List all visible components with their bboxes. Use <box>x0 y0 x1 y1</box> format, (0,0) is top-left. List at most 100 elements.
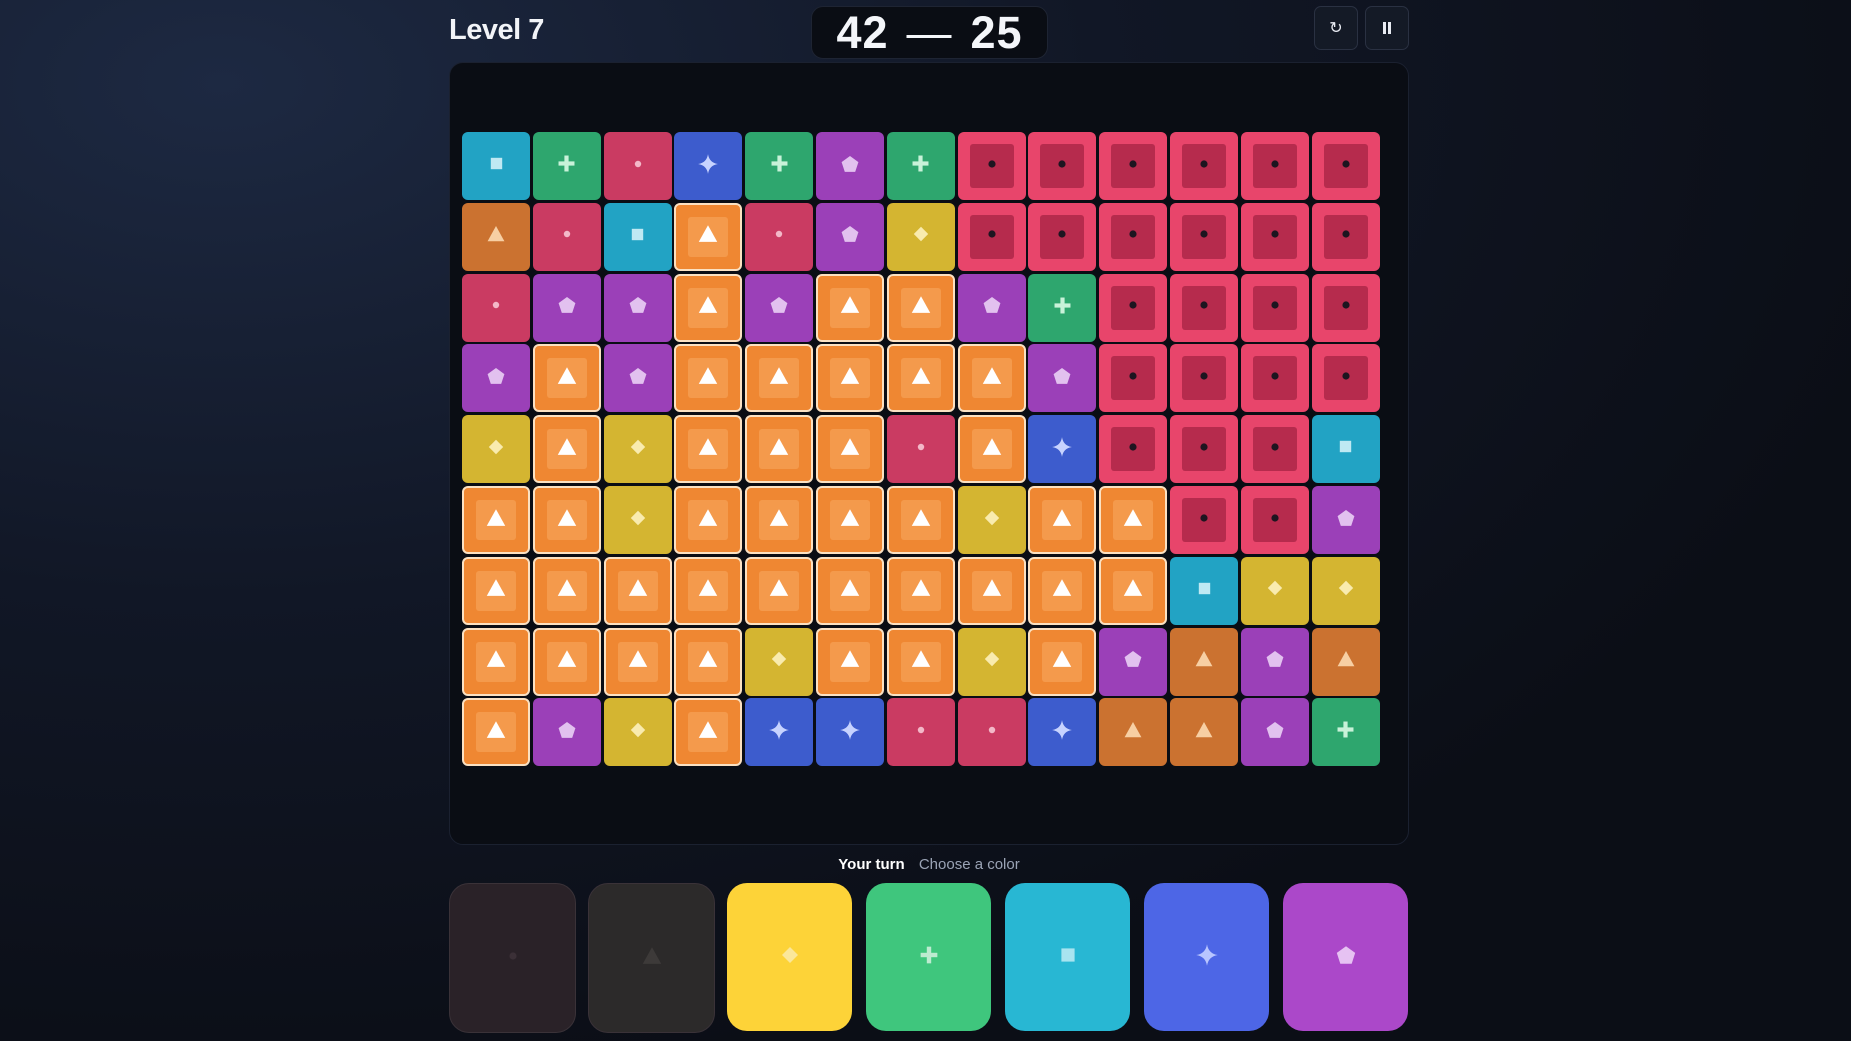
dot-icon <box>1266 509 1284 532</box>
territory-inner <box>1323 285 1368 330</box>
square-icon <box>487 154 506 178</box>
board-tile-opponent-territory-red-dot <box>1311 202 1380 271</box>
plus-icon <box>769 153 790 179</box>
color-choice-cyan-square[interactable] <box>1005 883 1130 1031</box>
territory-inner <box>1111 214 1156 259</box>
board-tile-purple-pentagon <box>816 202 884 271</box>
board-tile-opponent-territory-red-dot <box>957 202 1026 271</box>
dot-icon <box>771 226 787 247</box>
triangle-icon <box>839 507 861 534</box>
star-icon <box>768 719 790 746</box>
board-tile-green-plus <box>745 132 814 200</box>
flood-inner <box>830 429 870 470</box>
board-tile-player-flood-orange-triangle <box>816 486 884 554</box>
territory-inner <box>1252 214 1297 259</box>
diamond-icon <box>983 650 1001 673</box>
board-tile-opponent-territory-red-dot <box>1170 344 1238 413</box>
color-choice-blue-star[interactable] <box>1144 883 1269 1031</box>
board-tile-crimson-dot <box>745 202 814 271</box>
dot-icon <box>1266 438 1284 461</box>
board-tile-opponent-territory-red-dot <box>1311 273 1380 342</box>
flood-inner <box>830 500 870 540</box>
board-tile-purple-pentagon <box>745 273 814 342</box>
triangle-icon <box>1123 720 1143 745</box>
pause-button[interactable] <box>1365 6 1409 50</box>
territory-inner <box>1323 356 1368 401</box>
triangle-icon <box>1336 649 1356 674</box>
color-choice-green-plus[interactable] <box>866 883 991 1031</box>
plus-icon <box>556 153 577 179</box>
board-tile-player-flood-orange-triangle <box>603 627 672 696</box>
square-icon <box>1057 944 1079 971</box>
flood-inner <box>759 429 800 470</box>
flood-inner <box>476 641 516 682</box>
pentagon-icon <box>1052 366 1072 391</box>
board-tile-player-flood-orange-triangle <box>674 698 743 767</box>
color-choice-yellow-diamond[interactable] <box>727 883 852 1031</box>
board-tile-player-flood-orange-triangle <box>745 415 814 484</box>
board-tile-purple-pentagon <box>1099 627 1168 696</box>
triangle-icon <box>627 577 649 604</box>
restart-button[interactable]: ↻ <box>1314 6 1358 50</box>
territory-inner <box>969 144 1014 188</box>
board-tile-player-flood-orange-triangle <box>816 556 884 625</box>
board-tile-crimson-dot <box>532 202 601 271</box>
triangle-icon <box>768 507 790 534</box>
flood-inner <box>476 712 516 753</box>
pentagon-icon <box>840 224 860 249</box>
board-tile-player-flood-orange-triangle <box>462 627 530 696</box>
board-tile-player-flood-orange-triangle <box>957 415 1026 484</box>
star-icon <box>697 153 719 180</box>
turn-label: Your turn <box>838 856 905 873</box>
board-tile-crimson-dot <box>886 415 955 484</box>
square-icon <box>1195 579 1214 603</box>
board-tile-player-flood-orange-triangle <box>532 344 601 413</box>
triangle-icon <box>1051 507 1073 534</box>
board-tile-player-flood-orange-triangle <box>745 344 814 413</box>
triangle-icon <box>641 945 663 972</box>
triangle-icon <box>1051 648 1073 675</box>
board-tile-orange-triangle <box>1170 627 1238 696</box>
triangle-icon <box>485 577 507 604</box>
dot-icon <box>1124 155 1142 178</box>
flood-inner <box>688 500 729 540</box>
board-tile-player-flood-orange-triangle <box>1028 627 1097 696</box>
board-tile-opponent-territory-red-dot <box>1240 415 1309 484</box>
triangle-icon <box>981 436 1003 463</box>
board-tile-player-flood-orange-triangle <box>532 627 601 696</box>
flood-inner <box>617 570 658 611</box>
board-tile-opponent-territory-red-dot <box>1099 344 1168 413</box>
triangle-icon <box>697 719 719 746</box>
opponent-score: 25 <box>970 6 1023 58</box>
board-tile-blue-star <box>674 132 743 200</box>
board-tile-purple-pentagon <box>532 698 601 767</box>
diamond-icon <box>629 721 647 744</box>
turn-hint: Choose a color <box>918 856 1020 873</box>
board-tile-player-flood-orange-triangle <box>462 556 530 625</box>
diamond-icon <box>770 650 788 673</box>
board-tile-purple-pentagon <box>1240 698 1309 767</box>
board-tile-opponent-territory-red-dot <box>1240 202 1309 271</box>
triangle-icon <box>839 648 861 675</box>
dot-icon <box>1337 296 1355 319</box>
diamond-icon <box>629 438 647 461</box>
triangle-icon <box>697 507 719 534</box>
board-tile-opponent-territory-red-dot <box>1170 415 1238 484</box>
flood-inner <box>546 429 587 470</box>
flood-inner <box>900 641 941 682</box>
scoreboard: 42 — 25 <box>811 6 1048 59</box>
pentagon-icon <box>982 295 1002 320</box>
board-tile-player-flood-orange-triangle <box>886 627 955 696</box>
territory-inner <box>1182 498 1226 542</box>
triangle-icon <box>1122 507 1144 534</box>
flood-inner <box>830 358 870 399</box>
color-choice-purple-pentagon[interactable] <box>1283 883 1408 1031</box>
plus-icon <box>1335 719 1356 745</box>
diamond-icon <box>629 509 647 532</box>
board-tile-green-plus <box>1311 698 1380 767</box>
board-tile-green-plus <box>886 132 955 200</box>
dot-icon <box>1266 367 1284 390</box>
board-tile-opponent-territory-red-dot <box>1170 273 1238 342</box>
territory-inner <box>1252 285 1297 330</box>
pentagon-icon <box>557 295 577 320</box>
